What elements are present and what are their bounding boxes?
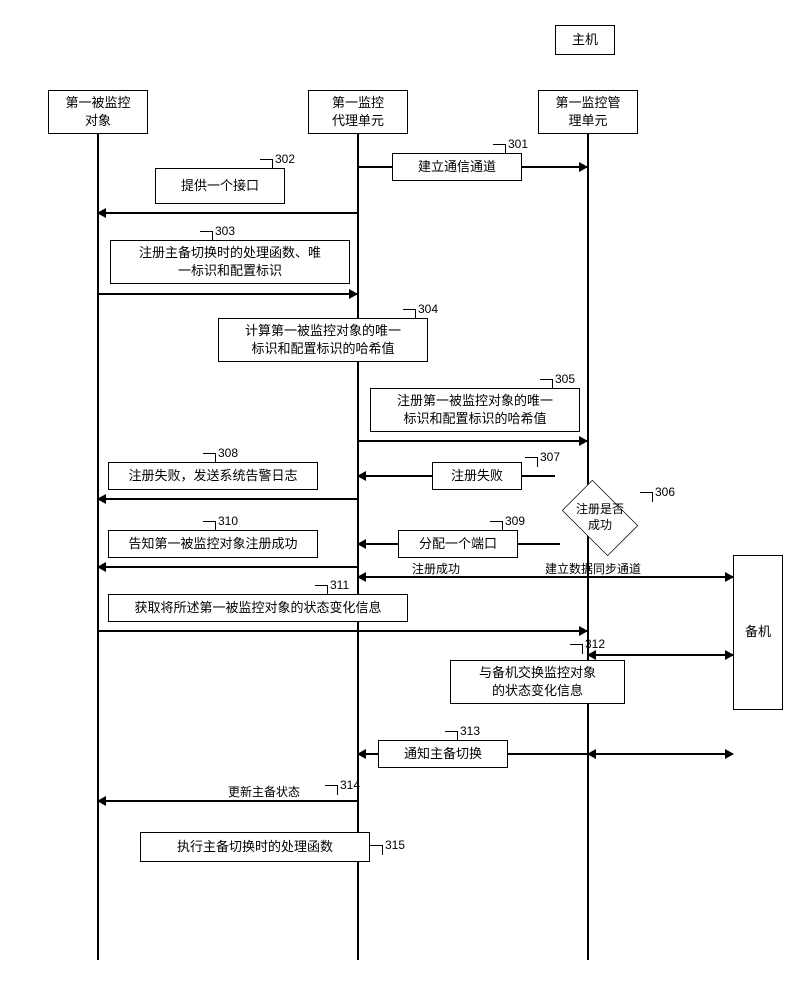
arrow-313-right — [658, 753, 733, 755]
lane3-label: 第一监控管 理单元 — [555, 94, 620, 130]
step-312-text: 与备机交换监控对象 的状态变化信息 — [479, 664, 596, 700]
step-304: 计算第一被监控对象的唯一 标识和配置标识的哈希值 — [218, 318, 428, 362]
arrow-313-left2 — [588, 753, 658, 755]
lane2-label: 第一监控 代理单元 — [332, 94, 384, 130]
step-307: 注册失败 — [432, 462, 522, 490]
num-311: 311 — [330, 578, 349, 592]
step-315-text: 执行主备切换时的处理函数 — [177, 838, 333, 856]
arrow-307 — [358, 475, 432, 477]
step-313-text: 通知主备切换 — [404, 745, 482, 763]
arrow-314 — [98, 800, 357, 802]
step-303-text: 注册主备切换时的处理函数、唯 一标识和配置标识 — [139, 244, 321, 280]
lifeline-1 — [97, 134, 99, 960]
label-data-sync: 建立数据同步通道 — [545, 560, 641, 577]
step-301-text: 建立通信通道 — [418, 158, 496, 176]
step-311-text: 获取将所述第一被监控对象的状态变化信息 — [134, 599, 381, 617]
num-301: 301 — [508, 137, 528, 151]
step-310-text: 告知第一被监控对象注册成功 — [128, 535, 297, 553]
lane1-label: 第一被监控 对象 — [65, 94, 130, 130]
num-304: 304 — [418, 302, 438, 316]
step-309-text: 分配一个端口 — [419, 535, 497, 553]
arrow-313-left — [358, 753, 378, 755]
step-302: 提供一个接口 — [155, 168, 285, 204]
num-307: 307 — [540, 450, 560, 464]
arrow-305 — [358, 440, 587, 442]
decision-306-text: 注册是否 成功 — [576, 502, 624, 533]
step-311: 获取将所述第一被监控对象的状态变化信息 — [108, 594, 408, 622]
step-304-text: 计算第一被监控对象的唯一 标识和配置标识的哈希值 — [245, 322, 401, 358]
num-310: 310 — [218, 514, 238, 528]
num-306: 306 — [655, 485, 675, 499]
step-302-text: 提供一个接口 — [181, 177, 259, 195]
lane2-header: 第一监控 代理单元 — [308, 90, 408, 134]
step-309: 分配一个端口 — [398, 530, 518, 558]
num-302: 302 — [275, 152, 295, 166]
arrow-303 — [98, 293, 357, 295]
arrow-309 — [358, 543, 398, 545]
step-313: 通知主备切换 — [378, 740, 508, 768]
arrow-311 — [98, 630, 587, 632]
step-314-text: 更新主备状态 — [228, 783, 300, 800]
step-308-text: 注册失败，发送系统告警日志 — [128, 467, 297, 485]
arrow-312-right — [658, 654, 733, 656]
standby-label: 备机 — [745, 623, 771, 641]
step-308: 注册失败，发送系统告警日志 — [108, 462, 318, 490]
num-312: 312 — [585, 637, 605, 651]
arrow-308 — [98, 498, 357, 500]
arrow-302 — [98, 212, 357, 214]
arrow-sync-left — [358, 576, 548, 578]
arrow-310 — [98, 566, 357, 568]
num-315: 315 — [385, 838, 405, 852]
num-308: 308 — [218, 446, 238, 460]
num-309: 309 — [505, 514, 525, 528]
step-305: 注册第一被监控对象的唯一 标识和配置标识的哈希值 — [370, 388, 580, 432]
step-303: 注册主备切换时的处理函数、唯 一标识和配置标识 — [110, 240, 350, 284]
num-305: 305 — [555, 372, 575, 386]
label-reg-success: 注册成功 — [412, 560, 460, 577]
arrow-312-left — [588, 654, 658, 656]
lane3-header: 第一监控管 理单元 — [538, 90, 638, 134]
num-303: 303 — [215, 224, 235, 238]
num-314: 314 — [340, 778, 360, 792]
step-305-text: 注册第一被监控对象的唯一 标识和配置标识的哈希值 — [397, 392, 553, 428]
step-301: 建立通信通道 — [392, 153, 522, 181]
host-box: 主机 — [555, 25, 615, 55]
num-313: 313 — [460, 724, 480, 738]
decision-306: 注册是否 成功 — [555, 488, 645, 548]
step-315: 执行主备切换时的处理函数 — [140, 832, 370, 862]
step-312: 与备机交换监控对象 的状态变化信息 — [450, 660, 625, 704]
arrow-sync-right — [548, 576, 733, 578]
host-label: 主机 — [572, 31, 598, 49]
step-310: 告知第一被监控对象注册成功 — [108, 530, 318, 558]
step-307-text: 注册失败 — [451, 467, 503, 485]
standby-box: 备机 — [733, 555, 783, 710]
arrow-301 — [522, 166, 587, 168]
lane1-header: 第一被监控 对象 — [48, 90, 148, 134]
